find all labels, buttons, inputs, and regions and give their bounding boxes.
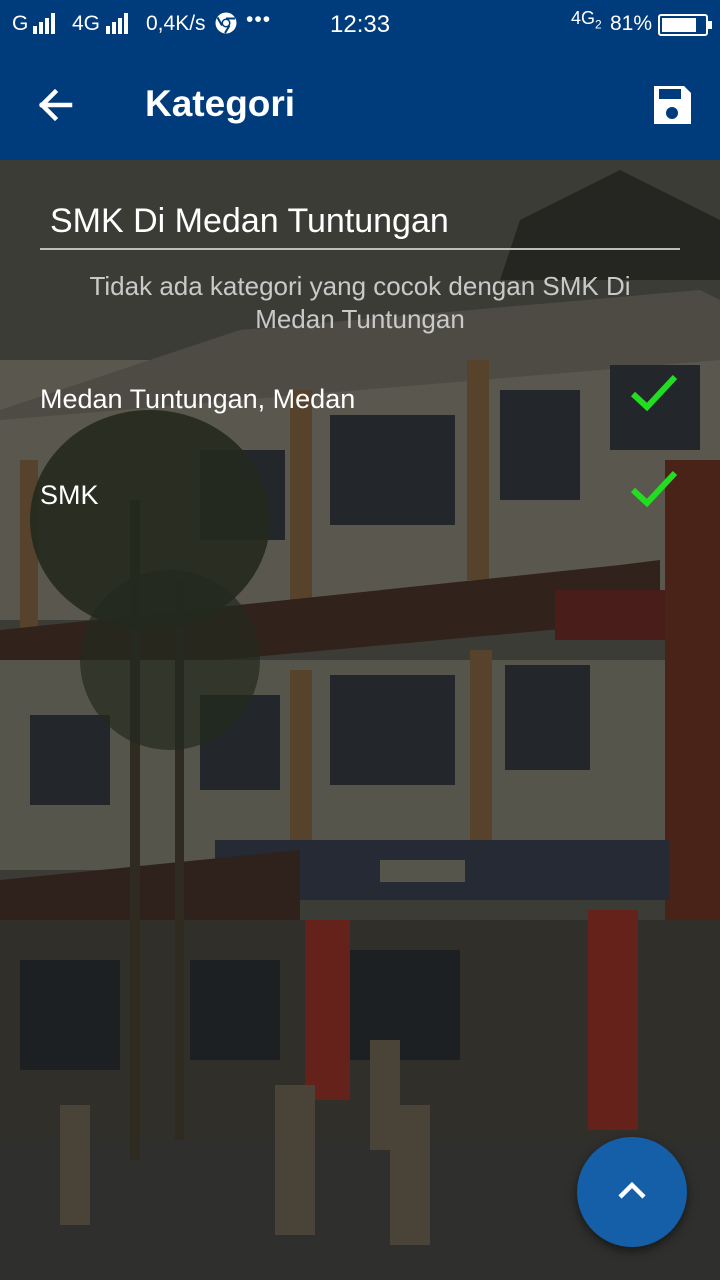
battery-icon <box>658 14 712 36</box>
chrome-icon <box>214 11 238 41</box>
category-item-medan-tuntungan[interactable]: Medan Tuntungan, Medan <box>0 362 720 442</box>
back-button[interactable] <box>26 80 86 130</box>
app-bar: Kategori <box>0 50 720 160</box>
scroll-to-top-button[interactable] <box>577 1137 687 1247</box>
more-notifications-icon: ••• <box>246 8 272 31</box>
network-type-3-sub: 2 <box>595 17 602 32</box>
arrow-left-icon <box>38 88 73 122</box>
no-match-message: Tidak ada kategori yang cocok dengan SMK… <box>89 271 631 334</box>
check-icon[interactable] <box>628 370 680 416</box>
save-button[interactable] <box>644 80 700 130</box>
chevron-up-icon <box>618 1181 646 1199</box>
status-bar: G 4G 0,4K/s ••• 12:33 4G2 81% <box>0 0 720 50</box>
clock: 12:33 <box>330 11 391 38</box>
check-icon[interactable] <box>628 466 680 512</box>
network-type-3: 4G2 <box>571 8 602 32</box>
signal-icon-1 <box>33 12 59 37</box>
network-type-2: 4G <box>72 12 101 35</box>
network-type-1: G <box>12 12 29 35</box>
page-title: Kategori <box>145 83 296 124</box>
signal-icon-2 <box>106 12 132 37</box>
floppy-disk-icon <box>654 86 691 124</box>
search-field[interactable] <box>40 196 680 250</box>
battery-percent: 81% <box>610 12 653 35</box>
network-speed: 0,4K/s <box>146 12 206 35</box>
search-input[interactable] <box>40 196 680 246</box>
category-label: Medan Tuntungan, Medan <box>40 384 356 414</box>
category-item-smk[interactable]: SMK <box>0 458 720 538</box>
category-label: SMK <box>40 480 99 510</box>
network-type-3-label: 4G <box>571 8 596 28</box>
